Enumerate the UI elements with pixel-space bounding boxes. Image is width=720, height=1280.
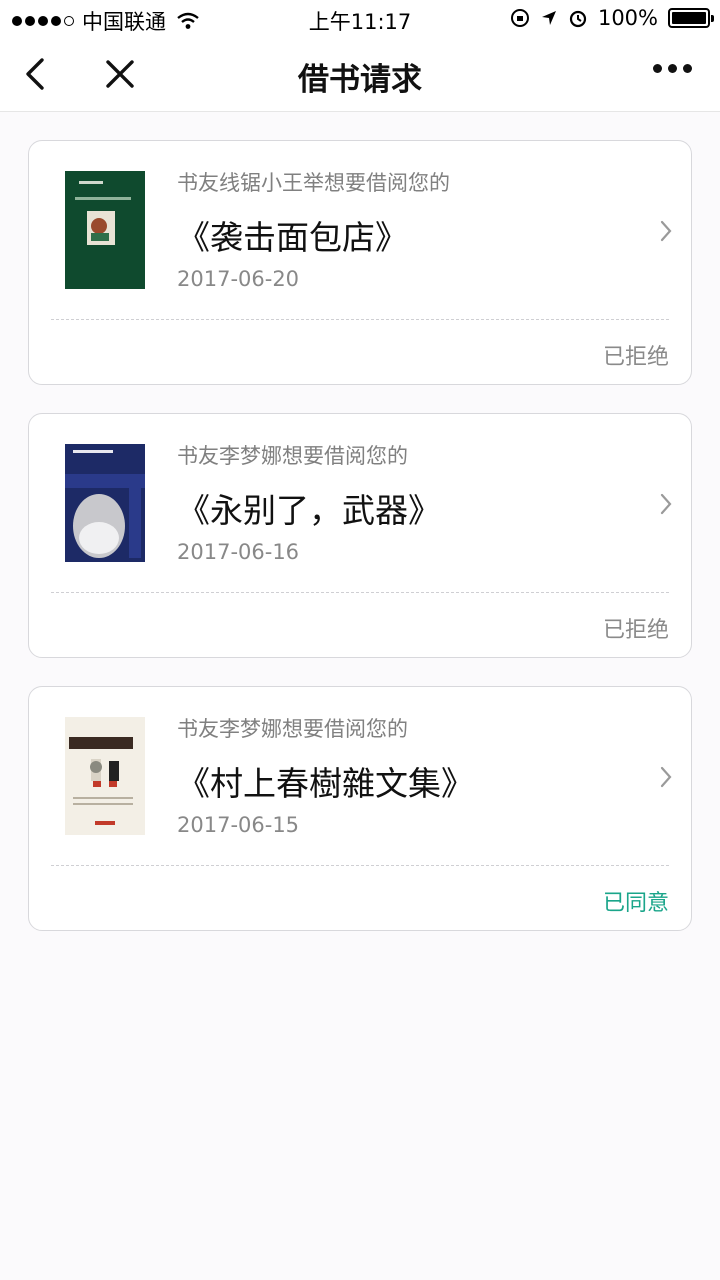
status-label: 已拒绝 — [602, 345, 669, 370]
chevron-right-icon — [660, 766, 672, 788]
book-title: 《永别了，武器》 — [177, 491, 441, 530]
battery-percent: 100% — [597, 6, 658, 30]
status-label: 已同意 — [602, 891, 669, 916]
request-date: 2017-06-16 — [177, 540, 300, 564]
request-date: 2017-06-15 — [177, 813, 300, 837]
request-card[interactable]: 书友线锯小王举想要借阅您的 《袭击面包店》 2017-06-20 已拒绝 — [28, 140, 692, 385]
book-title: 《村上春樹雜文集》 — [177, 764, 474, 803]
orientation-lock-icon — [510, 9, 529, 27]
book-cover-image — [65, 717, 145, 835]
divider — [51, 865, 669, 866]
chevron-right-icon — [660, 493, 672, 515]
status-label: 已拒绝 — [602, 618, 669, 643]
requester-text: 书友李梦娜想要借阅您的 — [177, 717, 408, 741]
book-cover-image — [65, 171, 145, 289]
divider — [51, 319, 669, 320]
battery-icon — [668, 8, 714, 28]
requester-text: 书友线锯小王举想要借阅您的 — [177, 171, 450, 195]
alarm-icon — [569, 10, 587, 28]
divider — [51, 592, 669, 593]
location-arrow-icon — [541, 11, 556, 25]
request-card[interactable]: 书友李梦娜想要借阅您的 《永别了，武器》 2017-06-16 已拒绝 — [28, 413, 692, 658]
chevron-right-icon — [660, 220, 672, 242]
status-bar: 中国联通 上午11:17 100% — [0, 0, 720, 36]
status-right: 100% — [510, 6, 714, 30]
page-title: 借书请求 — [298, 62, 422, 98]
book-title: 《袭击面包店》 — [177, 218, 408, 257]
requester-text: 书友李梦娜想要借阅您的 — [177, 444, 408, 468]
more-dots-icon[interactable] — [653, 64, 692, 73]
navigation-bar: 借书请求 — [0, 36, 720, 112]
request-card[interactable]: 书友李梦娜想要借阅您的 《村上春樹雜文集》 2017-06-15 已同意 — [28, 686, 692, 931]
borrow-request-list: 书友线锯小王举想要借阅您的 《袭击面包店》 2017-06-20 已拒绝 书友李… — [28, 140, 692, 959]
book-cover-image — [65, 444, 145, 562]
request-date: 2017-06-20 — [177, 267, 300, 291]
